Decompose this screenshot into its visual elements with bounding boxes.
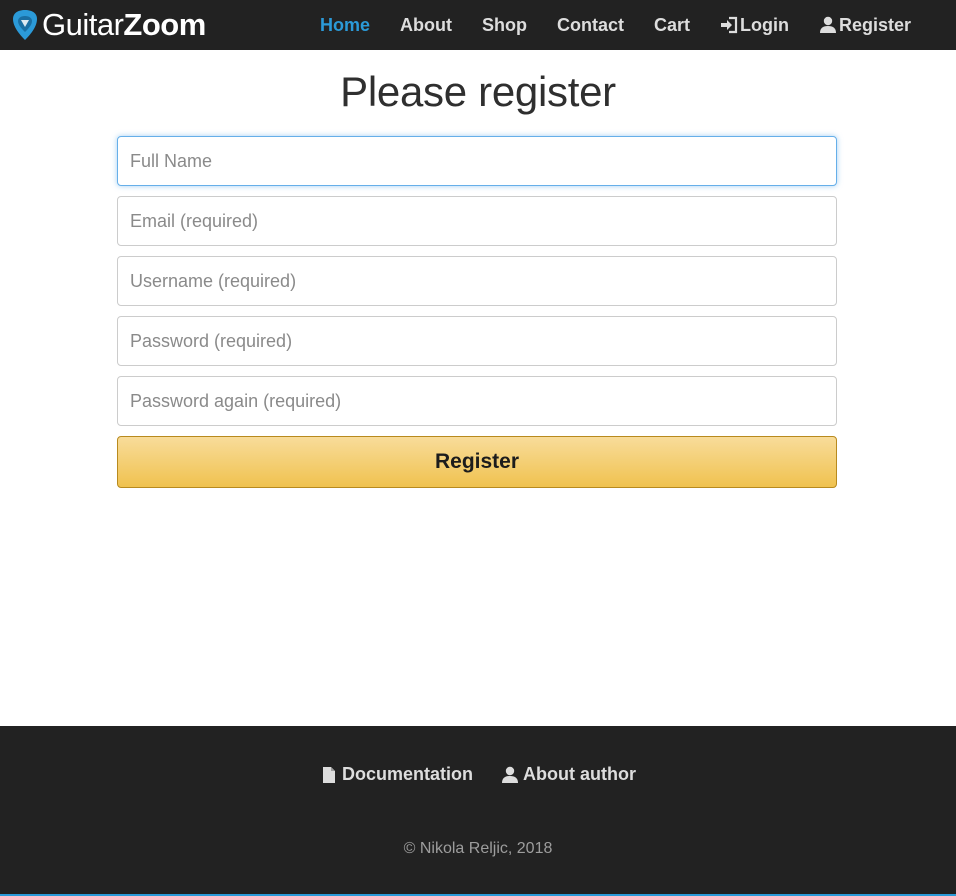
nav-cart-label: Cart — [653, 14, 690, 35]
guitar-pick-icon — [12, 9, 38, 41]
nav-home[interactable]: Home — [305, 0, 385, 50]
page: GuitarZoom Home About Shop Contact Cart — [0, 0, 956, 896]
full-name-input[interactable] — [117, 136, 837, 186]
footer-links: Documentation About author — [0, 764, 956, 785]
file-icon — [320, 766, 338, 784]
footer-documentation-link[interactable]: Documentation — [320, 764, 473, 785]
footer-about-author-link[interactable]: About author — [501, 764, 636, 785]
email-input[interactable] — [117, 196, 837, 246]
brand-logo-link[interactable]: GuitarZoom — [12, 6, 206, 44]
nav-register[interactable]: Register — [804, 0, 926, 50]
footer-documentation-label: Documentation — [342, 764, 474, 784]
footer: Documentation About author © Nikola Relj… — [0, 726, 956, 896]
nav-login-label: Login — [739, 14, 789, 35]
page-title: Please register — [340, 68, 616, 115]
register-button[interactable]: Register — [117, 436, 837, 488]
user-icon — [501, 766, 519, 784]
register-form: Register — [117, 136, 837, 488]
brand-name-part2: Zoom — [123, 7, 206, 42]
navbar: GuitarZoom Home About Shop Contact Cart — [0, 0, 956, 50]
nav-about-label: About — [399, 14, 452, 35]
brand-name-part1: Guitar — [42, 7, 124, 42]
nav-contact[interactable]: Contact — [542, 0, 639, 50]
nav-login[interactable]: Login — [705, 0, 804, 50]
password-again-input[interactable] — [117, 376, 837, 426]
main-nav: Home About Shop Contact Cart Login Regis… — [305, 0, 926, 50]
brand-name: GuitarZoom — [42, 6, 206, 44]
password-input[interactable] — [117, 316, 837, 366]
nav-home-label: Home — [319, 14, 370, 35]
nav-shop[interactable]: Shop — [467, 0, 542, 50]
nav-shop-label: Shop — [481, 14, 527, 35]
log-in-icon — [720, 16, 738, 34]
username-input[interactable] — [117, 256, 837, 306]
copyright-text: © Nikola Reljic, 2018 — [403, 840, 553, 857]
nav-contact-label: Contact — [556, 14, 624, 35]
footer-about-author-label: About author — [523, 764, 636, 784]
user-icon — [819, 16, 837, 34]
nav-register-label: Register — [838, 14, 911, 35]
nav-cart[interactable]: Cart — [639, 0, 705, 50]
nav-about[interactable]: About — [385, 0, 467, 50]
